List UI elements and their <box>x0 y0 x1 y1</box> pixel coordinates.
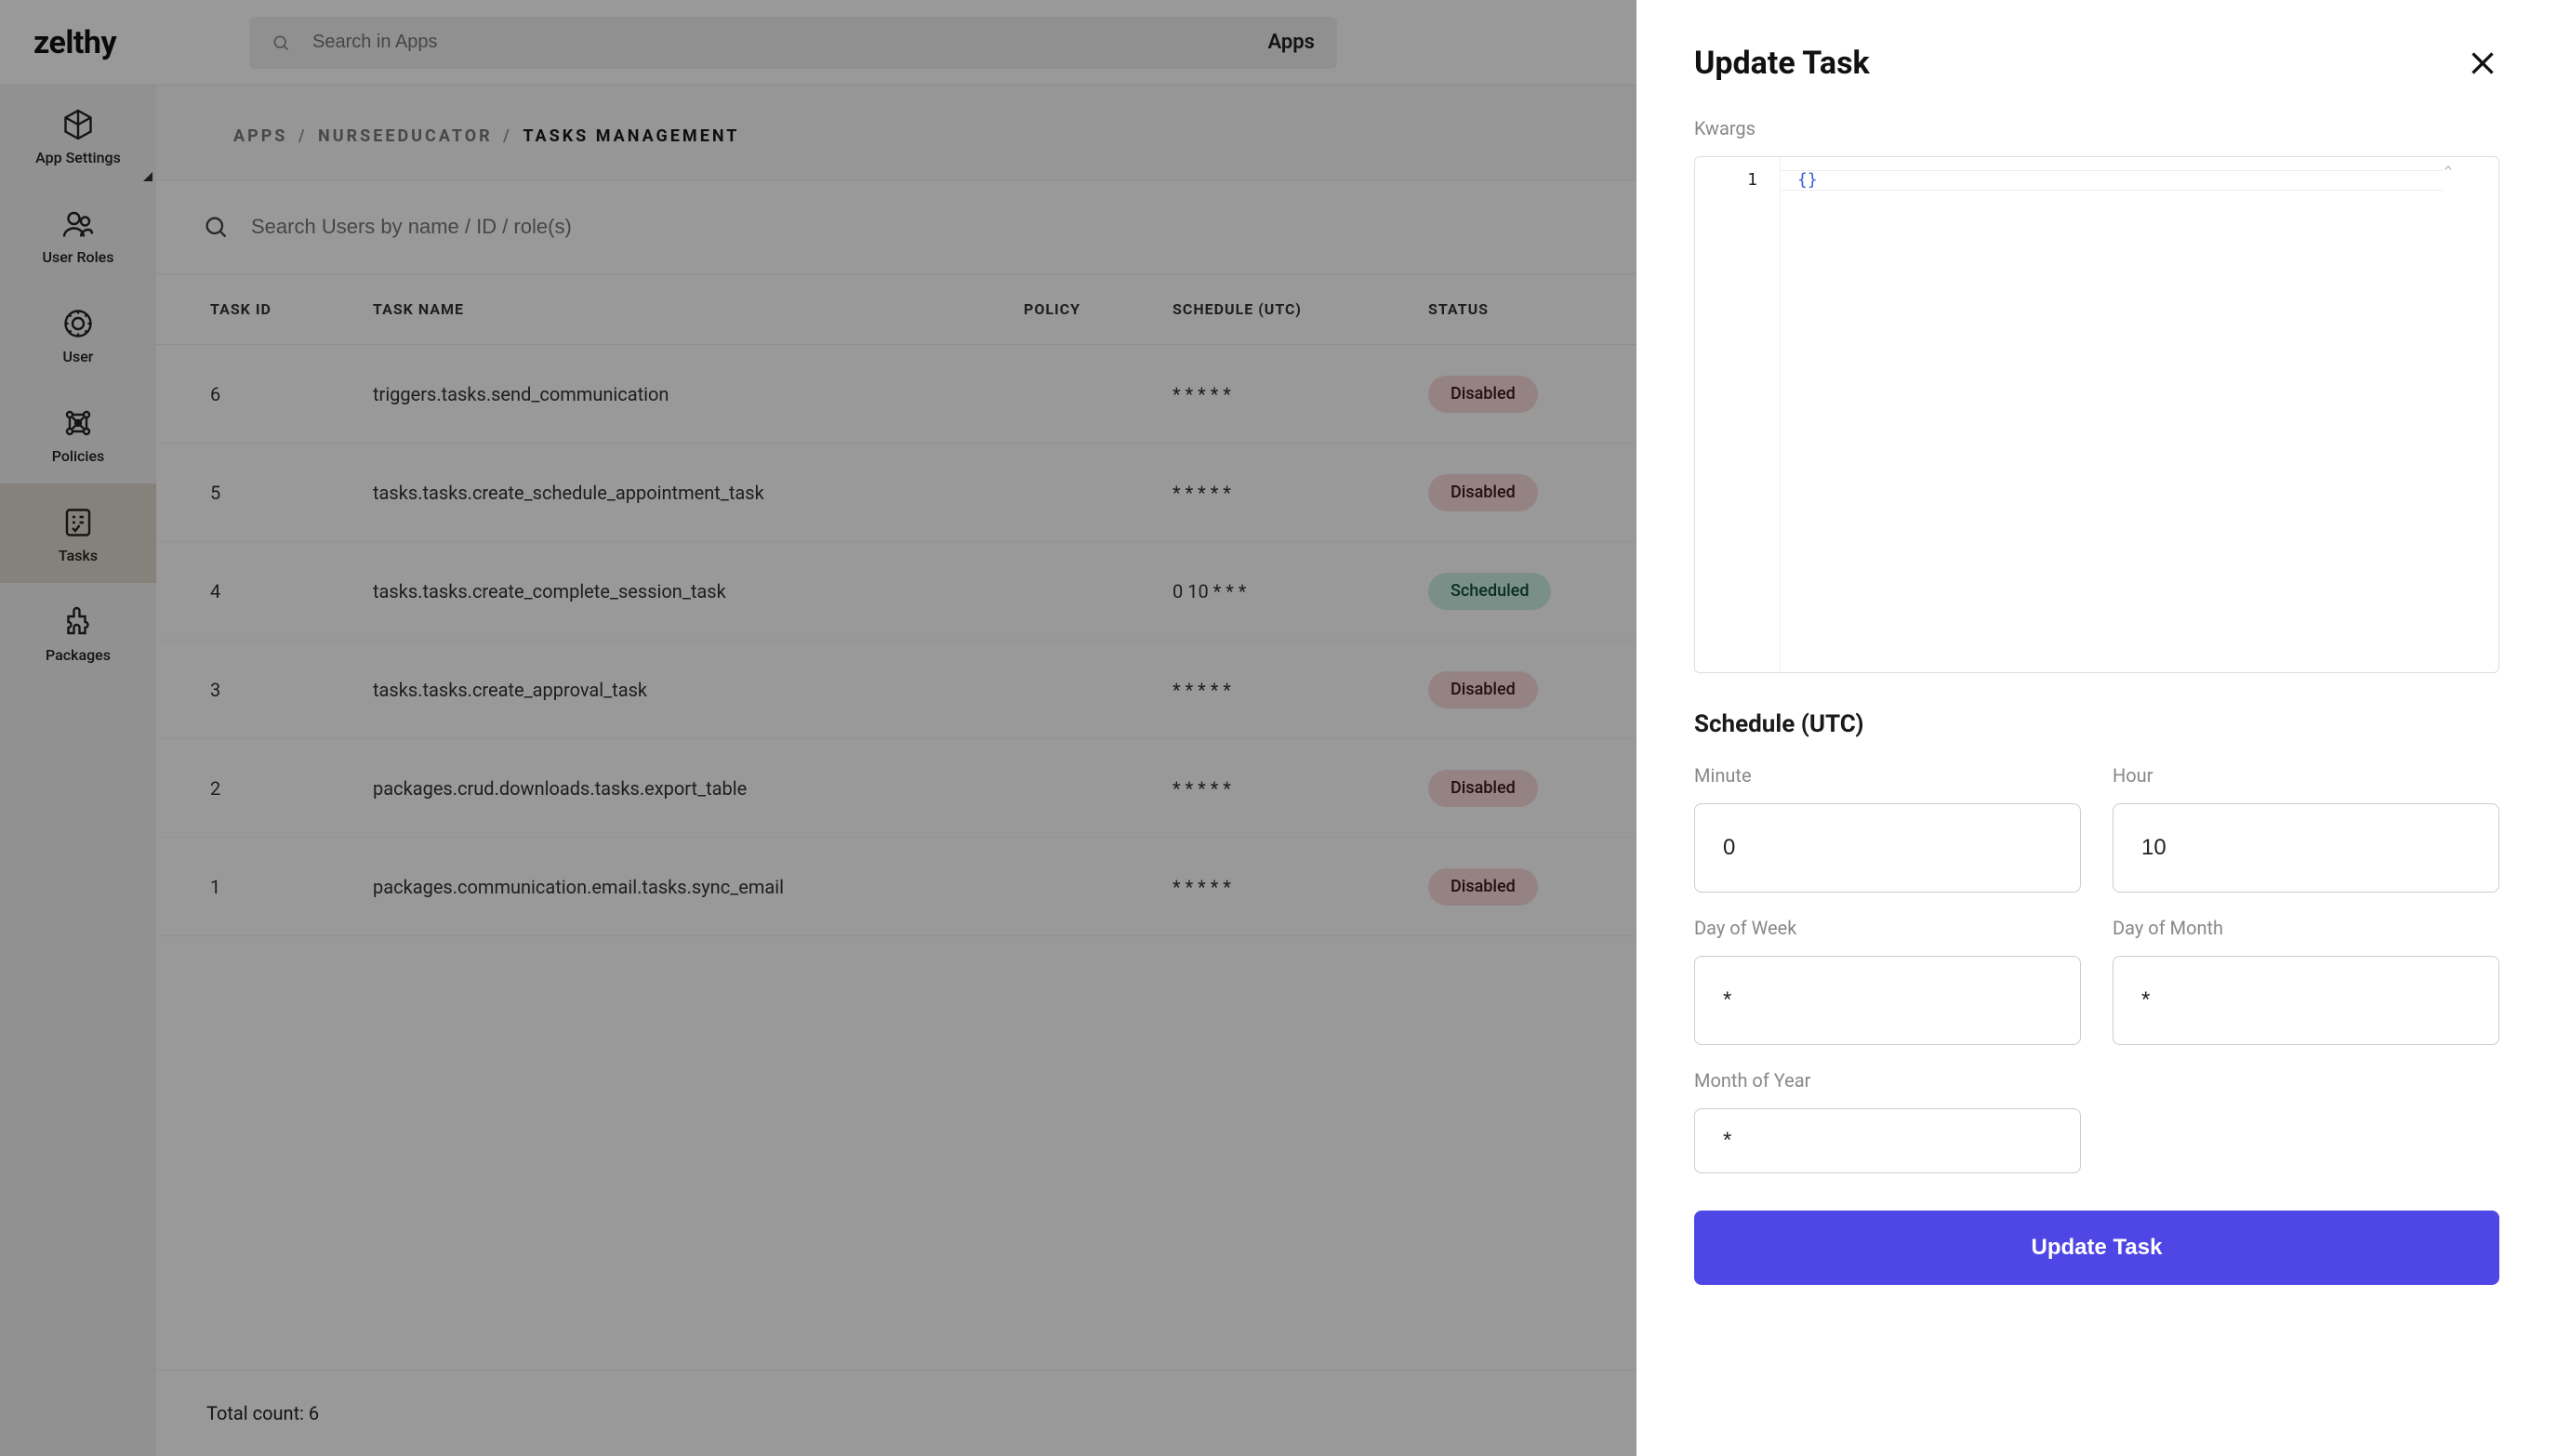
panel-header: Update Task <box>1694 45 2499 82</box>
panel-footer: Update Task <box>1694 1211 2499 1285</box>
dow-label: Day of Week <box>1694 917 2081 939</box>
hour-label: Hour <box>2113 764 2499 787</box>
code-text: {} <box>1797 170 1818 190</box>
moy-label: Month of Year <box>1694 1069 2081 1092</box>
field-month-of-year: Month of Year <box>1694 1069 2081 1173</box>
kwargs-label: Kwargs <box>1694 117 2499 139</box>
panel-title: Update Task <box>1694 45 1870 82</box>
update-task-panel: Update Task Kwargs 1 ^ {} Schedule (UTC)… <box>1636 0 2557 1456</box>
minute-label: Minute <box>1694 764 2081 787</box>
field-day-of-month: Day of Month <box>2113 917 2499 1045</box>
moy-input[interactable] <box>1694 1108 2081 1173</box>
kwargs-editor[interactable]: 1 ^ {} <box>1694 156 2499 673</box>
dow-input[interactable] <box>1694 956 2081 1045</box>
update-task-button[interactable]: Update Task <box>1694 1211 2499 1285</box>
minute-input[interactable] <box>1694 803 2081 893</box>
hour-input[interactable] <box>2113 803 2499 893</box>
dom-label: Day of Month <box>2113 917 2499 939</box>
schedule-section-title: Schedule (UTC) <box>1694 710 2499 738</box>
field-hour: Hour <box>2113 764 2499 893</box>
line-highlight <box>1781 170 2443 191</box>
line-number: 1 <box>1695 170 1757 190</box>
dom-input[interactable] <box>2113 956 2499 1045</box>
cursor-mark: ^ <box>2444 165 2452 179</box>
field-minute: Minute <box>1694 764 2081 893</box>
code-gutter: 1 <box>1695 157 1781 672</box>
field-day-of-week: Day of Week <box>1694 917 2081 1045</box>
code-body[interactable]: ^ {} <box>1781 157 2498 672</box>
app-root: zelthy Apps App Settings <box>0 0 2557 1456</box>
close-icon[interactable] <box>2466 46 2499 80</box>
schedule-form: Minute Hour Day of Week Day of Month Mon… <box>1694 764 2499 1173</box>
